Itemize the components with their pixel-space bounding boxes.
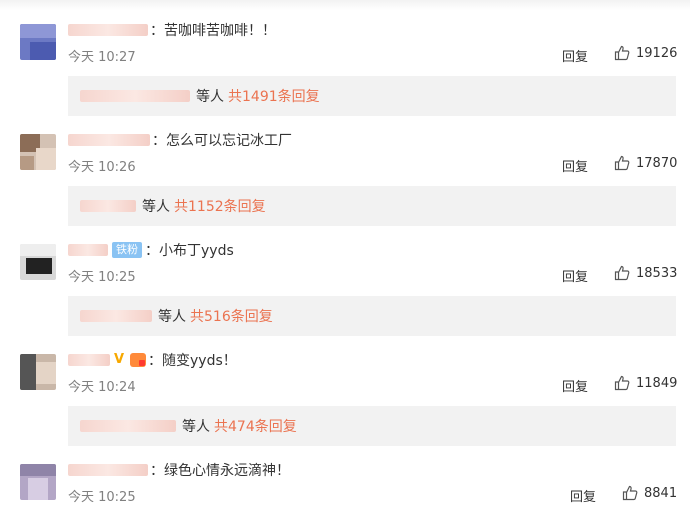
sub-total-link[interactable]: 共516条回复 — [190, 306, 273, 326]
like-button[interactable]: 18533 — [614, 265, 677, 281]
colon: ： — [150, 463, 164, 479]
like-count: 17870 — [636, 155, 678, 171]
like-count: 11849 — [636, 375, 678, 391]
colon: ： — [150, 23, 164, 39]
like-count: 8841 — [644, 485, 678, 501]
comment-text: 绿色心情永远滴神！ — [164, 463, 290, 479]
sub-usernames-blurred — [80, 310, 152, 322]
comment-header: ： 怎么可以忘记冰工厂 — [68, 130, 292, 150]
comment-text: 随变yyds！ — [162, 353, 237, 369]
like-count: 18533 — [636, 265, 678, 281]
gift-badge-icon — [130, 353, 146, 367]
reply-button[interactable]: 回复 — [562, 376, 588, 395]
comment-item: ： 怎么可以忘记冰工厂 今天 10:26 回复 17870 等人 共1152条回… — [0, 110, 690, 226]
comment-time: 今天 10:25 — [68, 270, 136, 285]
avatar[interactable] — [20, 134, 56, 170]
comment-time: 今天 10:24 — [68, 380, 136, 395]
username-blurred[interactable] — [68, 354, 110, 366]
avatar[interactable] — [20, 24, 56, 60]
comment-item: V ： 随变yyds！ 今天 10:24 回复 11849 等人 共474条回复 — [0, 330, 690, 446]
comment-time: 今天 10:27 — [68, 50, 136, 65]
colon: ： — [148, 353, 162, 369]
comment-header: 铁粉 ： 小布丁yyds — [68, 240, 234, 260]
comment-text: 苦咖啡苦咖啡！！ — [164, 23, 276, 39]
sub-etc-label: 等人 — [182, 419, 210, 435]
comment-time: 今天 10:25 — [68, 490, 136, 505]
comment-item: ： 绿色心情永远滴神！ 今天 10:25 回复 8841 — [0, 440, 690, 514]
sub-usernames-blurred — [80, 200, 136, 212]
comment-text: 怎么可以忘记冰工厂 — [166, 133, 292, 149]
thumbs-up-icon — [614, 375, 630, 391]
sub-usernames-blurred — [80, 90, 190, 102]
thumbs-up-icon — [614, 45, 630, 61]
sub-total-link[interactable]: 共1491条回复 — [228, 86, 320, 106]
sub-total-link[interactable]: 共474条回复 — [214, 416, 297, 436]
like-button[interactable]: 8841 — [622, 485, 677, 501]
reply-button[interactable]: 回复 — [562, 266, 588, 285]
avatar[interactable] — [20, 244, 56, 280]
reply-button[interactable]: 回复 — [562, 156, 588, 175]
sub-etc-label: 等人 — [196, 89, 224, 105]
sub-etc-label: 等人 — [158, 309, 186, 325]
comment-text: 小布丁yyds — [159, 243, 234, 259]
colon: ： — [145, 243, 159, 259]
comment-item: ： 苦咖啡苦咖啡！！ 今天 10:27 回复 19126 等人 共1491条回复 — [0, 0, 690, 116]
sub-total-link[interactable]: 共1152条回复 — [174, 196, 266, 216]
reply-button[interactable]: 回复 — [562, 46, 588, 65]
like-button[interactable]: 17870 — [614, 155, 677, 171]
sub-etc-label: 等人 — [142, 199, 170, 215]
comment-item: 铁粉 ： 小布丁yyds 今天 10:25 回复 18533 等人 共516条回… — [0, 220, 690, 336]
verified-v-icon: V — [114, 352, 125, 367]
thumbs-up-icon — [614, 265, 630, 281]
colon: ： — [152, 133, 166, 149]
thumbs-up-icon — [614, 155, 630, 171]
reply-button[interactable]: 回复 — [570, 486, 596, 505]
username-blurred[interactable] — [68, 24, 148, 36]
comment-header: ： 苦咖啡苦咖啡！！ — [68, 20, 276, 40]
like-count: 19126 — [636, 45, 678, 61]
avatar[interactable] — [20, 464, 56, 500]
fan-badge: 铁粉 — [112, 242, 142, 258]
comment-header: V ： 随变yyds！ — [68, 350, 237, 370]
avatar[interactable] — [20, 354, 56, 390]
thumbs-up-icon — [622, 485, 638, 501]
username-blurred[interactable] — [68, 244, 108, 256]
like-button[interactable]: 11849 — [614, 375, 677, 391]
comment-header: ： 绿色心情永远滴神！ — [68, 460, 290, 480]
like-button[interactable]: 19126 — [614, 45, 677, 61]
comment-time: 今天 10:26 — [68, 160, 136, 175]
username-blurred[interactable] — [68, 134, 150, 146]
username-blurred[interactable] — [68, 464, 148, 476]
sub-usernames-blurred — [80, 420, 176, 432]
